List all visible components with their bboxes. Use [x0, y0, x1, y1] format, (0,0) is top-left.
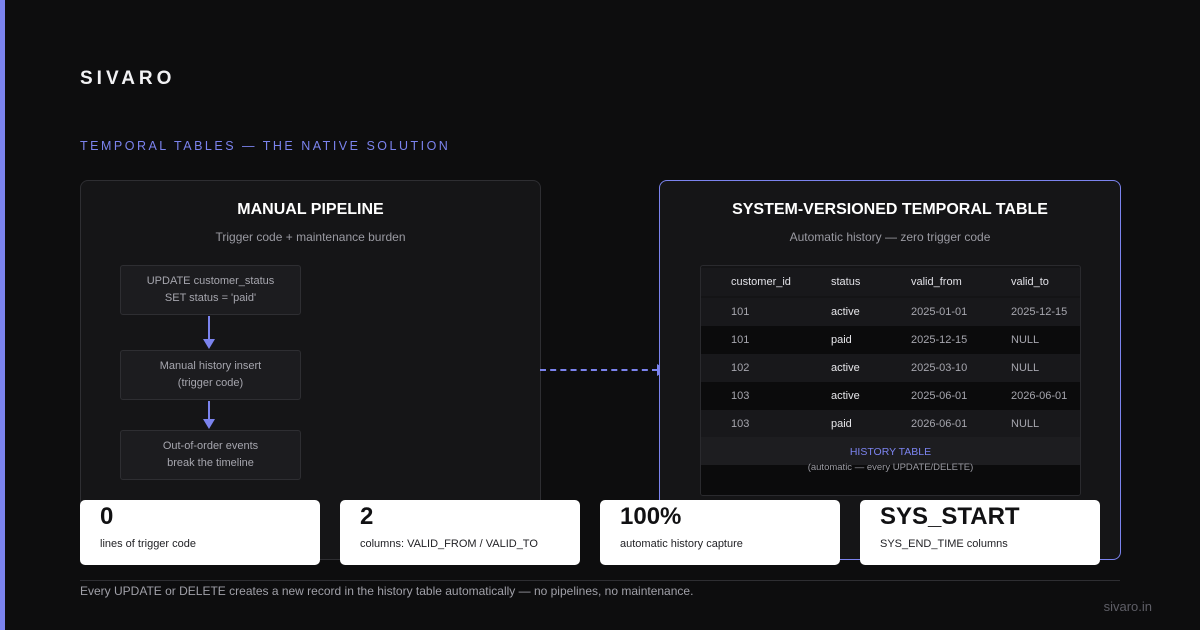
panel-title: SYSTEM-VERSIONED TEMPORAL TABLE	[732, 201, 1048, 218]
cell: 103	[731, 418, 750, 430]
table-row: 101 paid 2025-12-15 NULL	[701, 326, 1080, 354]
accent-bar	[0, 0, 5, 630]
history-table-note: (automatic — every UPDATE/DELETE)	[807, 462, 974, 473]
cell: 2025-12-15	[1011, 306, 1068, 318]
stat-value: 0	[100, 503, 114, 530]
stat-label: SYS_END_TIME columns	[880, 538, 1008, 550]
cell: 102	[731, 362, 750, 374]
cell: 2025-12-15	[911, 334, 968, 346]
pipeline-step: UPDATE customer_status SET status = 'pai…	[120, 265, 301, 315]
pipeline-step: Manual history insert (trigger code)	[120, 350, 301, 400]
step-line: break the timeline	[167, 457, 254, 469]
column-header: valid_from	[911, 276, 962, 288]
cell: 101	[731, 334, 750, 346]
cell: NULL	[1011, 418, 1040, 430]
panel-subtitle: Automatic history — zero trigger code	[789, 230, 991, 244]
stat-value: 100%	[620, 503, 682, 530]
pipeline-step: Out-of-order events break the timeline	[120, 430, 301, 480]
cell: 2025-03-10	[911, 362, 968, 374]
arrow-down-icon	[203, 316, 215, 349]
cell: 2025-06-01	[911, 390, 968, 402]
stat-card: 100% automatic history capture	[600, 500, 840, 565]
cell: 2026-06-01	[911, 418, 968, 430]
step-line: SET status = 'paid'	[164, 292, 257, 304]
cell: 101	[731, 306, 750, 318]
cell: paid	[831, 418, 852, 430]
step-line: Out-of-order events	[162, 440, 259, 452]
stat-value: 2	[360, 503, 374, 530]
stat-card: 2 columns: VALID_FROM / VALID_TO	[340, 500, 580, 565]
stat-label: automatic history capture	[620, 538, 743, 550]
footer-divider	[80, 580, 1120, 581]
table-row: 101 active 2025-01-01 2025-12-15	[701, 298, 1080, 326]
table-row: 103 paid 2026-06-01 NULL	[701, 410, 1080, 438]
column-header: customer_id	[731, 276, 791, 288]
stat-label: columns: VALID_FROM / VALID_TO	[360, 538, 538, 550]
step-line: Manual history insert	[159, 360, 262, 372]
history-table-label: HISTORY TABLE	[849, 446, 932, 458]
column-header: status	[831, 276, 861, 288]
table-row: 102 active 2025-03-10 NULL	[701, 354, 1080, 382]
dashed-connector	[540, 369, 658, 371]
table-header-row: customer_id status valid_from valid_to	[701, 268, 1080, 296]
cell: 103	[731, 390, 750, 402]
step-line: (trigger code)	[177, 377, 244, 389]
step-line: UPDATE customer_status	[146, 275, 275, 287]
brand-logo: SIVARO	[80, 68, 176, 89]
panel-subtitle: Trigger code + maintenance burden	[215, 230, 406, 244]
cell: NULL	[1011, 334, 1040, 346]
panel-title: MANUAL PIPELINE	[237, 201, 384, 218]
cell: 2025-01-01	[911, 306, 968, 318]
cell: NULL	[1011, 362, 1040, 374]
column-header: valid_to	[1011, 276, 1049, 288]
arrow-down-icon	[203, 401, 215, 429]
cell: paid	[831, 334, 852, 346]
section-subtitle: TEMPORAL TABLES — THE NATIVE SOLUTION	[80, 139, 451, 153]
stat-card: SYS_START SYS_END_TIME columns	[860, 500, 1100, 565]
stat-card: 0 lines of trigger code	[80, 500, 320, 565]
stat-value: SYS_START	[880, 503, 1020, 530]
cell: 2026-06-01	[1011, 390, 1068, 402]
cell: active	[831, 362, 860, 374]
cell: active	[831, 390, 860, 402]
site-url: sivaro.in	[1103, 599, 1152, 614]
cell: active	[831, 306, 860, 318]
stat-label: lines of trigger code	[100, 538, 196, 550]
footnote: Every UPDATE or DELETE creates a new rec…	[80, 584, 694, 598]
history-table: customer_id status valid_from valid_to 1…	[700, 265, 1081, 496]
table-row: 103 active 2025-06-01 2026-06-01	[701, 382, 1080, 410]
